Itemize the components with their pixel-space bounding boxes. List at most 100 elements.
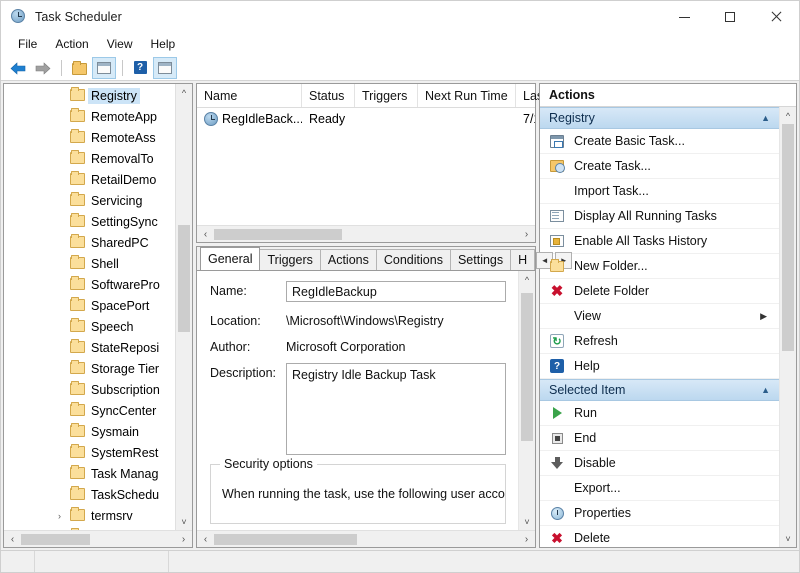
detail-scroll-down-button[interactable]: ˅ xyxy=(519,513,535,530)
column-header-triggers[interactable]: Triggers xyxy=(355,84,418,107)
tree-item-shell[interactable]: Shell xyxy=(4,253,175,274)
tab-triggers[interactable]: Triggers xyxy=(259,249,321,270)
actions-scroll-up-button[interactable]: ^ xyxy=(780,107,796,124)
action-item-delete[interactable]: ✖ Delete xyxy=(540,526,779,547)
detail-scroll-up-button[interactable]: ^ xyxy=(519,271,535,288)
actions-group-header-registry[interactable]: Registry ▲ xyxy=(540,107,779,129)
folder-tree[interactable]: Registry RemoteApp RemoteAss RemovalTo Retai… xyxy=(4,84,175,530)
action-item-run[interactable]: Run xyxy=(540,401,779,426)
task-list-scroll-right-button[interactable]: › xyxy=(518,229,535,240)
tree-item-retaildemo[interactable]: RetailDemo xyxy=(4,169,175,190)
minimize-button[interactable] xyxy=(661,1,707,33)
tree-item-statereposi[interactable]: StateReposi xyxy=(4,337,175,358)
task-list-hscroll-track[interactable] xyxy=(214,227,518,242)
action-item-refresh[interactable]: ↻ Refresh xyxy=(540,329,779,354)
forward-button[interactable] xyxy=(31,57,55,79)
detail-tabs[interactable]: General Triggers Actions Conditions Settings… xyxy=(197,247,573,271)
detail-scroll-track[interactable] xyxy=(519,288,535,513)
action-item-export[interactable]: Export... xyxy=(540,476,779,501)
tree-item-softwarepro[interactable]: SoftwarePro xyxy=(4,274,175,295)
tree-item-taskschedu[interactable]: TaskSchedu xyxy=(4,484,175,505)
table-row[interactable]: RegIdleBack... Ready 7/17/20 xyxy=(197,108,535,130)
task-list-scroll-left-button[interactable]: ‹ xyxy=(197,229,214,240)
tree-item-settingsync[interactable]: SettingSync xyxy=(4,211,175,232)
action-item-help[interactable]: ? Help xyxy=(540,354,779,379)
tree-item-synccenter[interactable]: SyncCenter xyxy=(4,400,175,421)
task-name-input[interactable]: RegIdleBackup xyxy=(286,281,506,302)
tree-scroll-up-button[interactable]: ^ xyxy=(176,84,192,101)
column-header-status[interactable]: Status xyxy=(302,84,355,107)
actions-vertical-scrollbar[interactable]: ^ ˅ xyxy=(779,107,796,547)
action-item-create-basic-task[interactable]: Create Basic Task... xyxy=(540,129,779,154)
detail-hscroll-track[interactable] xyxy=(214,532,518,547)
help-button[interactable]: ? xyxy=(128,57,152,79)
tree-scroll-down-button[interactable]: ˅ xyxy=(176,513,192,530)
actions-scroll-track[interactable] xyxy=(780,124,796,530)
action-item-view[interactable]: View ▶ xyxy=(540,304,779,329)
actions-list[interactable]: Registry ▲ Create Basic Task... Create Task… xyxy=(540,107,779,547)
detail-scroll-thumb[interactable] xyxy=(521,292,533,441)
task-list-rows[interactable]: RegIdleBack... Ready 7/17/20 xyxy=(197,108,535,225)
tree-item-registry[interactable]: Registry xyxy=(4,85,175,106)
tree-expand-chevron-icon[interactable]: › xyxy=(58,511,68,521)
detail-scroll-left-button[interactable]: ‹ xyxy=(197,534,214,545)
menu-file[interactable]: File xyxy=(9,35,46,53)
menu-action[interactable]: Action xyxy=(46,35,97,53)
tree-item-subscription[interactable]: Subscription xyxy=(4,379,175,400)
action-item-delete-folder[interactable]: ✖ Delete Folder xyxy=(540,279,779,304)
chevron-up-icon[interactable]: ▲ xyxy=(761,113,770,123)
tree-hscroll-track[interactable] xyxy=(21,532,175,547)
tree-scroll-left-button[interactable]: ‹ xyxy=(4,534,21,545)
show-hide-console-tree-button[interactable] xyxy=(92,56,116,79)
tree-item-remoteass[interactable]: RemoteAss xyxy=(4,127,175,148)
action-item-end[interactable]: End xyxy=(540,426,779,451)
chevron-up-icon[interactable]: ▲ xyxy=(761,385,770,395)
tree-item-task-manag[interactable]: Task Manag xyxy=(4,463,175,484)
tree-item-textservices[interactable]: TextServices xyxy=(4,526,175,530)
action-item-display-all-running-tasks[interactable]: Display All Running Tasks xyxy=(540,204,779,229)
tree-item-spaceport[interactable]: SpacePort xyxy=(4,295,175,316)
detail-hscroll-thumb[interactable] xyxy=(214,533,357,545)
tree-item-remoteapp[interactable]: RemoteApp xyxy=(4,106,175,127)
tree-scroll-thumb[interactable] xyxy=(178,224,190,332)
tree-vertical-scrollbar[interactable]: ^ ˅ xyxy=(175,84,192,530)
action-item-import-task[interactable]: Import Task... xyxy=(540,179,779,204)
up-folder-button[interactable] xyxy=(67,57,91,79)
tab-actions[interactable]: Actions xyxy=(319,249,377,270)
menu-help[interactable]: Help xyxy=(142,35,185,53)
task-list-hscroll-thumb[interactable] xyxy=(214,228,342,240)
detail-horizontal-scrollbar[interactable]: ‹ › xyxy=(197,530,535,547)
tab-h[interactable]: H xyxy=(510,249,536,270)
column-header-name[interactable]: Name xyxy=(197,84,302,107)
tree-item-servicing[interactable]: Servicing xyxy=(4,190,175,211)
action-item-properties[interactable]: Properties xyxy=(540,501,779,526)
tab-general[interactable]: General xyxy=(200,247,261,270)
menu-view[interactable]: View xyxy=(98,35,142,53)
tree-item-termsrv[interactable]: › termsrv xyxy=(4,505,175,526)
task-list-header[interactable]: NameStatusTriggersNext Run TimeLast Ru xyxy=(197,84,576,108)
tab-conditions[interactable]: Conditions xyxy=(375,249,451,270)
tree-item-systemrest[interactable]: SystemRest xyxy=(4,442,175,463)
maximize-button[interactable] xyxy=(707,1,753,33)
tree-scroll-right-button[interactable]: › xyxy=(175,534,192,545)
task-description-textarea[interactable]: Registry Idle Backup Task xyxy=(286,363,506,455)
action-item-new-folder[interactable]: New Folder... xyxy=(540,254,779,279)
tree-hscroll-thumb[interactable] xyxy=(21,533,91,545)
tree-scroll-track[interactable] xyxy=(176,101,192,513)
actions-scroll-down-button[interactable]: ˅ xyxy=(780,530,796,547)
close-button[interactable] xyxy=(753,1,799,33)
action-item-disable[interactable]: Disable xyxy=(540,451,779,476)
back-button[interactable] xyxy=(6,57,30,79)
action-item-enable-all-tasks-history[interactable]: Enable All Tasks History xyxy=(540,229,779,254)
actions-scroll-thumb[interactable] xyxy=(782,124,794,352)
tree-item-removalto[interactable]: RemovalTo xyxy=(4,148,175,169)
tree-item-sysmain[interactable]: Sysmain xyxy=(4,421,175,442)
tree-item-speech[interactable]: Speech xyxy=(4,316,175,337)
detail-vertical-scrollbar[interactable]: ^ ˅ xyxy=(518,271,535,530)
column-header-next-run-time[interactable]: Next Run Time xyxy=(418,84,516,107)
tree-item-storage-tier[interactable]: Storage Tier xyxy=(4,358,175,379)
tree-horizontal-scrollbar[interactable]: ‹ › xyxy=(4,530,192,547)
actions-group-header-selected-item[interactable]: Selected Item ▲ xyxy=(540,379,779,401)
action-item-create-task[interactable]: Create Task... xyxy=(540,154,779,179)
tab-settings[interactable]: Settings xyxy=(449,249,512,270)
